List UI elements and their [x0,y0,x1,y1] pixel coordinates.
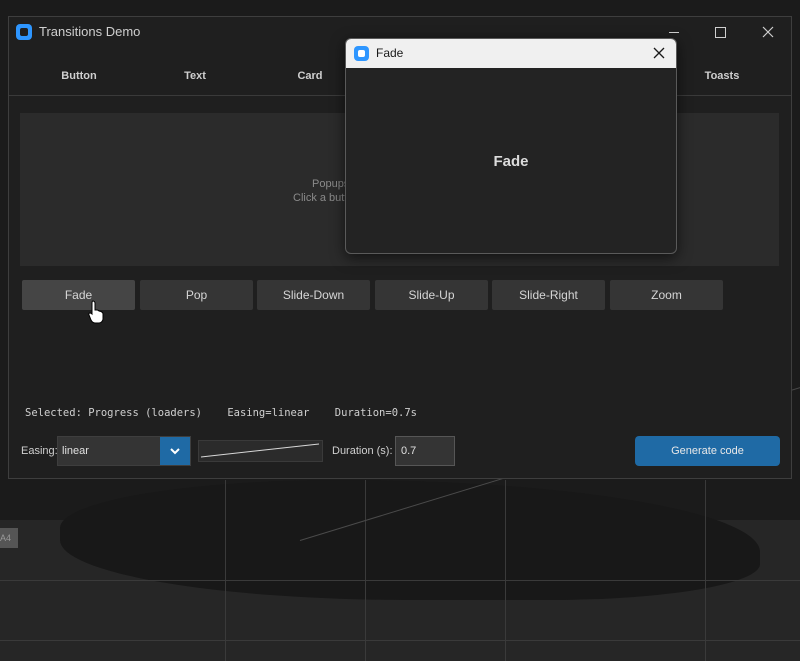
status-selected: Selected: Progress (loaders) [25,407,203,419]
popup-close-button[interactable] [652,46,666,60]
popup-body-text: Fade [493,153,529,170]
window-title: Transitions Demo [39,24,141,39]
close-button[interactable] [745,17,791,47]
easing-dropdown-button[interactable] [160,437,190,465]
pop-button[interactable]: Pop [140,280,253,310]
status-line: Selected: Progress (loaders) Easing=line… [25,407,417,419]
hand-pointer-icon [88,300,104,329]
grid-line [505,480,506,661]
grid-line [225,480,226,661]
fade-button[interactable]: Fade [22,280,135,310]
chevron-down-icon [170,448,180,455]
minimize-icon [669,32,679,33]
app-icon [354,46,369,61]
easing-value: linear [62,445,89,457]
grid-line [0,580,800,581]
status-duration: Duration=0.7s [334,407,417,419]
easing-label: Easing: [21,445,58,457]
tab-toasts[interactable]: Toasts [664,57,780,95]
grid-line [365,480,366,661]
slide-right-button[interactable]: Slide-Right [492,280,605,310]
tab-button[interactable]: Button [21,57,137,95]
generate-code-button[interactable]: Generate code [635,436,780,466]
easing-curve [200,443,320,458]
preview-hint-line2: Click a butt [293,192,348,204]
desktop-tag: A4 [0,528,18,548]
duration-label: Duration (s): [332,445,393,457]
preview-hint-line1: Popups [312,178,350,190]
status-easing: Easing=linear [227,407,310,419]
tab-text[interactable]: Text [137,57,253,95]
grid-line [0,640,800,641]
maximize-icon [715,27,726,38]
grid-line [705,480,706,661]
easing-curve-preview [198,440,323,462]
duration-input[interactable]: 0.7 [395,436,455,466]
zoom-button[interactable]: Zoom [610,280,723,310]
easing-select[interactable]: linear [57,436,191,466]
app-icon [16,24,32,40]
slide-up-button[interactable]: Slide-Up [375,280,488,310]
preview-hint: Popups Click a butt [293,177,349,205]
maximize-button[interactable] [697,17,743,47]
slide-down-button[interactable]: Slide-Down [257,280,370,310]
popup-title-bar[interactable]: Fade [346,39,676,68]
popup-window: Fade Fade [345,38,677,254]
close-icon [653,47,665,59]
popup-title: Fade [376,46,404,60]
close-icon [762,26,774,38]
